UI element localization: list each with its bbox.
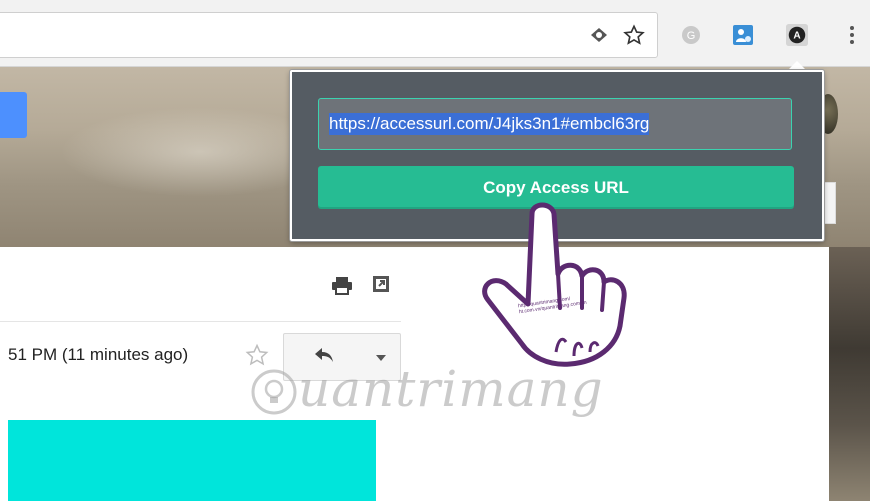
bookmark-star-icon[interactable] bbox=[623, 24, 645, 46]
message-timestamp: 51 PM (11 minutes ago) bbox=[8, 345, 189, 364]
compose-button-edge[interactable] bbox=[0, 92, 27, 138]
lens-icon[interactable] bbox=[588, 24, 610, 46]
extension-letter: A bbox=[793, 31, 801, 42]
lightbulb-watermark-icon bbox=[250, 368, 298, 421]
print-icon[interactable] bbox=[331, 276, 353, 301]
contact-card-icon[interactable] bbox=[732, 24, 754, 46]
open-in-new-window-icon[interactable] bbox=[372, 275, 390, 298]
access-url-value: https://accessurl.com/J4jks3n1#embcl63rg bbox=[329, 113, 650, 135]
accessurl-extension-icon[interactable]: A bbox=[786, 24, 808, 46]
grammarly-letter: G bbox=[687, 30, 696, 42]
divider bbox=[0, 321, 401, 322]
address-bar[interactable] bbox=[0, 12, 658, 58]
side-background-image bbox=[829, 247, 870, 501]
pointing-hand-icon bbox=[470, 196, 630, 381]
browser-toolbar: G A bbox=[0, 0, 870, 67]
grammarly-icon[interactable]: G bbox=[680, 24, 702, 46]
email-body-image bbox=[8, 420, 376, 501]
kebab-menu-icon[interactable] bbox=[841, 24, 863, 46]
access-url-field[interactable]: https://accessurl.com/J4jks3n1#embcl63rg bbox=[318, 98, 792, 150]
